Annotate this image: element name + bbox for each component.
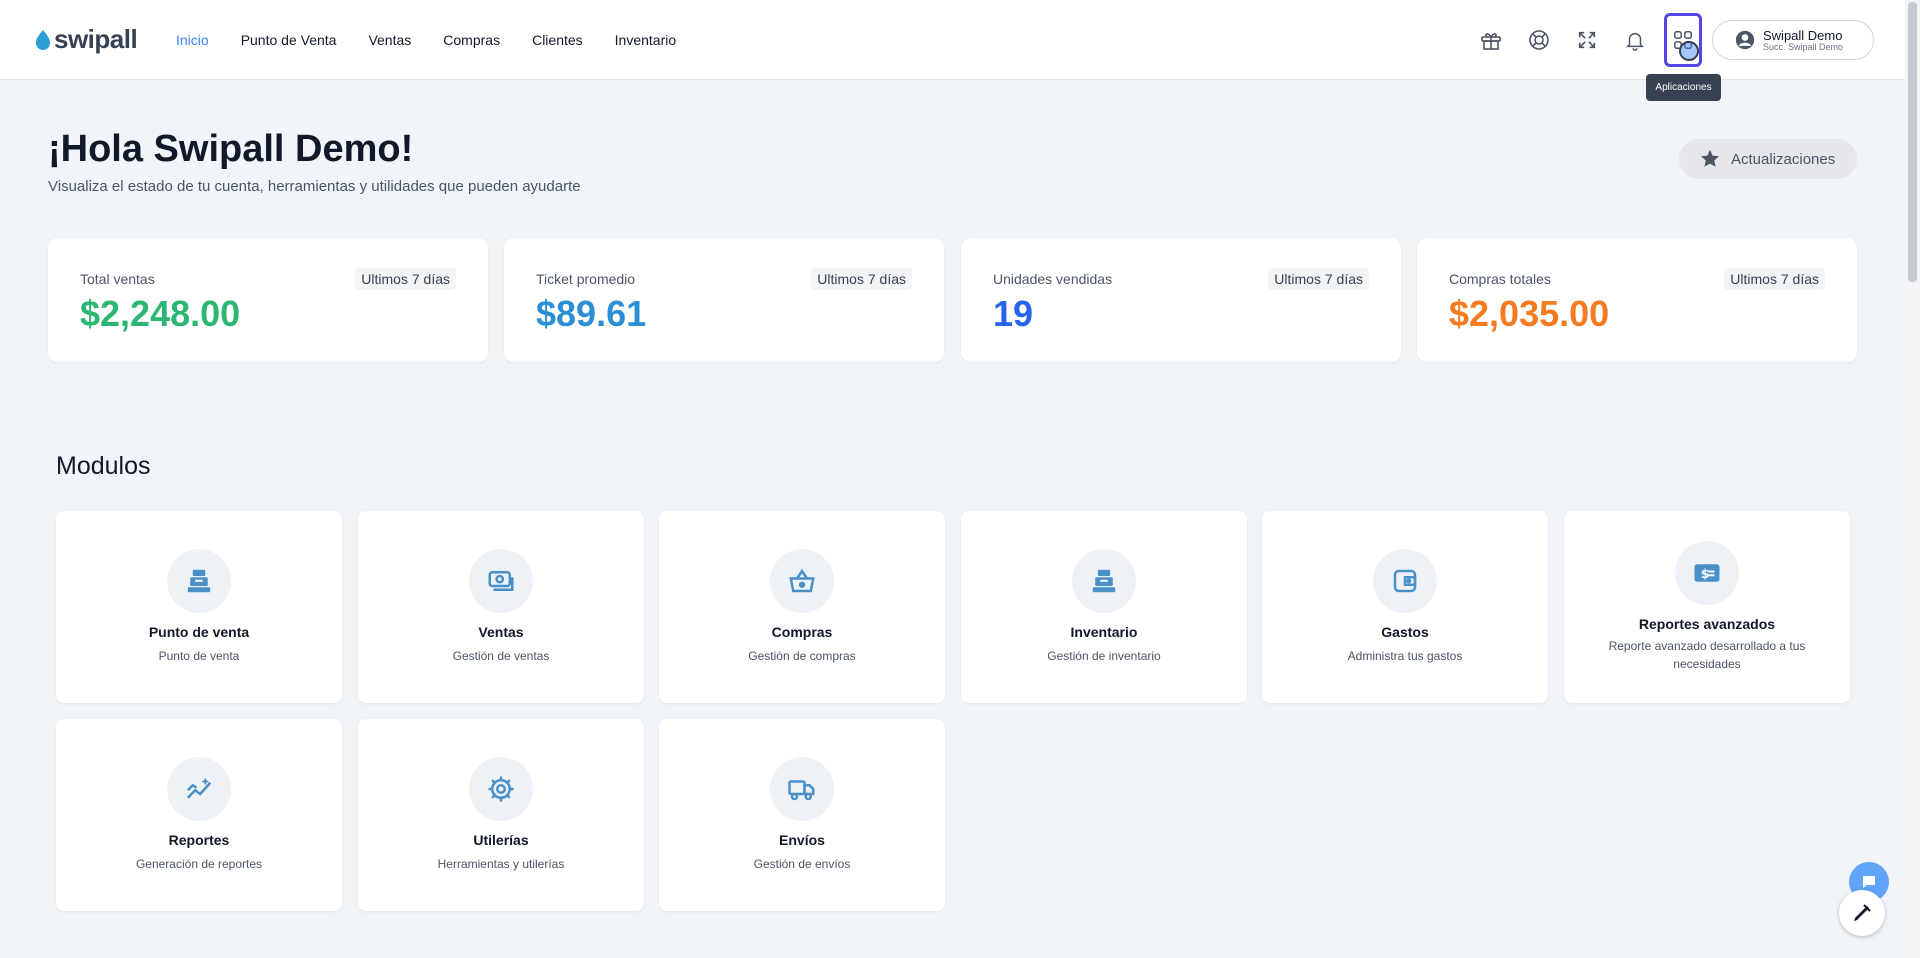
module-punto-de-venta[interactable]: Punto de venta Punto de venta bbox=[56, 511, 342, 703]
logo-mark-icon bbox=[36, 29, 50, 50]
star-icon bbox=[1701, 149, 1719, 167]
module-desc: Gestión de ventas bbox=[452, 649, 550, 663]
module-name: Punto de venta bbox=[148, 624, 250, 640]
gear-icon bbox=[469, 757, 533, 821]
user-branch: Succ. Swipall Demo bbox=[1763, 41, 1844, 52]
module-name: Gastos bbox=[1381, 624, 1429, 640]
swipall-logo[interactable]: swipall bbox=[34, 24, 138, 55]
module-desc: Gestión de compras bbox=[748, 649, 856, 663]
updates-label: Actualizaciones bbox=[1731, 150, 1836, 168]
chat-icon bbox=[1863, 876, 1875, 888]
module-desc: Punto de venta bbox=[158, 649, 240, 663]
svg-text:$: $ bbox=[1701, 566, 1710, 581]
basket-icon bbox=[770, 549, 834, 613]
module-name: Envíos bbox=[779, 832, 825, 848]
stat-period: Ultimos 7 días bbox=[355, 268, 456, 290]
scrollbar-thumb[interactable] bbox=[1908, 2, 1917, 282]
module-desc: Herramientas y utilerías bbox=[437, 857, 565, 871]
wallet-icon bbox=[1373, 549, 1437, 613]
stat-label: Unidades vendidas bbox=[993, 271, 1113, 287]
top-bar: swipall Inicio Punto de Venta Ventas Com… bbox=[0, 0, 1905, 80]
cursor-indicator bbox=[1679, 41, 1699, 61]
module-name: Inventario bbox=[1070, 624, 1138, 640]
nav-item-compras[interactable]: Compras bbox=[443, 32, 500, 48]
module-envios[interactable]: Envíos Gestión de envíos bbox=[659, 719, 945, 911]
stat-period: Ultimos 7 días bbox=[811, 268, 912, 290]
module-name: Ventas bbox=[478, 624, 524, 640]
module-compras[interactable]: Compras Gestión de compras bbox=[659, 511, 945, 703]
fullscreen-icon[interactable] bbox=[1571, 24, 1603, 56]
user-info: Swipall Demo Succ. Swipall Demo bbox=[1763, 29, 1843, 52]
cash-register-icon bbox=[1072, 549, 1136, 613]
stat-period: Ultimos 7 días bbox=[1268, 268, 1369, 290]
module-desc: Gestión de inventario bbox=[1047, 649, 1161, 663]
pen-icon bbox=[1854, 904, 1871, 921]
module-desc: Gestión de envíos bbox=[753, 857, 851, 871]
module-name: Reportes avanzados bbox=[1638, 616, 1776, 632]
apps-tooltip: Aplicaciones bbox=[1646, 74, 1721, 101]
nav-item-inicio[interactable]: Inicio bbox=[176, 32, 209, 48]
modules-title: Modulos bbox=[56, 452, 151, 480]
module-ventas[interactable]: Ventas Gestión de ventas bbox=[358, 511, 644, 703]
module-reportes-avanzados[interactable]: $ Reportes avanzados Reporte avanzado de… bbox=[1564, 511, 1850, 703]
user-name: Swipall Demo bbox=[1763, 27, 1843, 43]
dollar-report-icon: $ bbox=[1675, 541, 1739, 605]
stat-card-ticket-promedio: Ticket promedio Ultimos 7 días $89.61 bbox=[504, 238, 944, 362]
module-desc: Reporte avanzado desarrollado a tus nece… bbox=[1608, 639, 1806, 671]
module-inventario[interactable]: Inventario Gestión de inventario bbox=[961, 511, 1247, 703]
main-nav: Inicio Punto de Venta Ventas Compras Cli… bbox=[176, 0, 676, 80]
module-name: Utilerías bbox=[473, 832, 529, 848]
gift-icon[interactable] bbox=[1475, 24, 1507, 56]
module-reportes[interactable]: Reportes Generación de reportes bbox=[56, 719, 342, 911]
cash-register-icon bbox=[167, 549, 231, 613]
user-avatar-icon bbox=[1735, 30, 1755, 50]
stat-label: Total ventas bbox=[80, 271, 155, 287]
logo-text: swipall bbox=[54, 24, 138, 54]
module-name: Compras bbox=[771, 624, 833, 640]
truck-icon bbox=[770, 757, 834, 821]
module-gastos[interactable]: Gastos Administra tus gastos bbox=[1262, 511, 1548, 703]
stat-value: $2,248.00 bbox=[80, 293, 241, 334]
page-subtitle: Visualiza el estado de tu cuenta, herram… bbox=[48, 178, 581, 195]
page-title: ¡Hola Swipall Demo! bbox=[48, 128, 414, 170]
user-menu-button[interactable]: Swipall Demo Succ. Swipall Demo bbox=[1712, 20, 1874, 60]
stat-label: Ticket promedio bbox=[536, 271, 636, 287]
stat-card-total-ventas: Total ventas Ultimos 7 días $2,248.00 bbox=[48, 238, 488, 362]
module-name: Reportes bbox=[168, 832, 230, 848]
module-desc: Administra tus gastos bbox=[1347, 649, 1463, 663]
stat-card-unidades-vendidas: Unidades vendidas Ultimos 7 días 19 bbox=[961, 238, 1401, 362]
apps-button[interactable] bbox=[1664, 13, 1702, 67]
stat-card-compras-totales: Compras totales Ultimos 7 días $2,035.00 bbox=[1417, 238, 1857, 362]
module-desc: Generación de reportes bbox=[135, 857, 263, 871]
stat-label: Compras totales bbox=[1449, 271, 1551, 287]
stat-value: $89.61 bbox=[536, 293, 647, 334]
module-utilerias[interactable]: Utilerías Herramientas y utilerías bbox=[358, 719, 644, 911]
help-icon[interactable] bbox=[1523, 24, 1555, 56]
stat-value: $2,035.00 bbox=[1449, 293, 1610, 334]
nav-item-punto-de-venta[interactable]: Punto de Venta bbox=[241, 32, 337, 48]
quick-action-button[interactable] bbox=[1839, 890, 1885, 936]
updates-button[interactable]: Actualizaciones bbox=[1679, 139, 1857, 179]
bell-icon[interactable] bbox=[1619, 24, 1651, 56]
stat-period: Ultimos 7 días bbox=[1724, 268, 1825, 290]
money-icon bbox=[469, 549, 533, 613]
stat-value: 19 bbox=[993, 293, 1034, 334]
nav-item-inventario[interactable]: Inventario bbox=[615, 32, 676, 48]
nav-item-clientes[interactable]: Clientes bbox=[532, 32, 583, 48]
nav-item-ventas[interactable]: Ventas bbox=[368, 32, 411, 48]
trend-icon bbox=[167, 757, 231, 821]
